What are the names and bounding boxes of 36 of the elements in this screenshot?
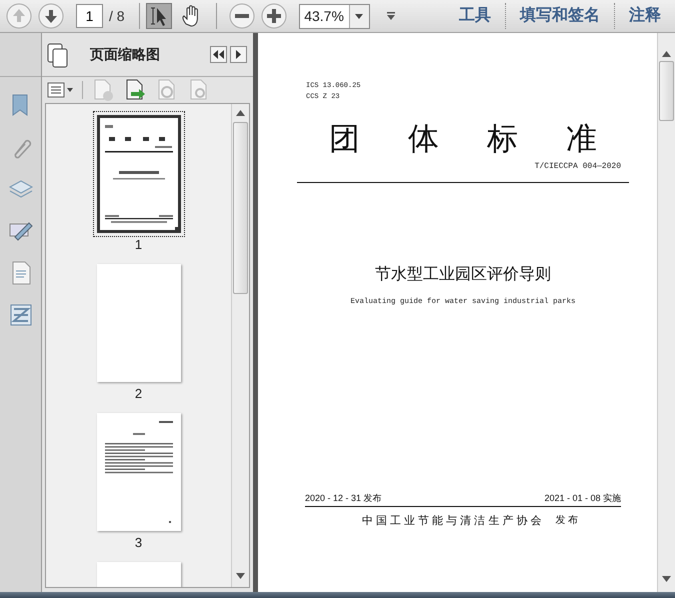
scrollbar-thumb[interactable] — [659, 61, 674, 121]
heading-character: 准 — [566, 121, 597, 157]
scroll-up-icon[interactable] — [236, 110, 245, 116]
toolbar-link[interactable]: 注释 — [621, 4, 669, 28]
toolbar-link[interactable]: 工具 — [451, 4, 499, 28]
page-count: / 8 — [109, 6, 125, 26]
publish-label: 发 布 — [555, 514, 578, 528]
zoom-in-icon[interactable] — [260, 3, 287, 29]
dropdown-caret-icon[interactable] — [355, 14, 364, 18]
issue-date: 2020 - 12 - 31 发布 — [305, 492, 382, 506]
zoom-field[interactable]: 43.7% — [298, 4, 370, 28]
scrollbar-thumb[interactable] — [233, 122, 248, 294]
heading-character: 标 — [487, 121, 518, 157]
collapse-panel-icon[interactable] — [210, 46, 227, 63]
publisher-name: 中 国 工 业 节 能 与 清 洁 生 产 协 会 — [362, 514, 542, 529]
standard-number: T/CIECCPA 004—2020 — [534, 161, 621, 173]
zoom-out-icon[interactable] — [228, 3, 255, 29]
panel-title: 页面缩略图 — [90, 45, 161, 64]
scroll-down-icon[interactable] — [236, 573, 245, 579]
pages-icon[interactable] — [46, 42, 70, 68]
page-number-label: 1 — [134, 238, 142, 252]
effective-date: 2021 - 01 - 08 实施 — [544, 492, 621, 506]
page-thumbnail[interactable] — [92, 111, 184, 237]
select-tool-button[interactable] — [146, 3, 172, 29]
overflow-menu-icon[interactable] — [386, 12, 396, 20]
scroll-down-icon[interactable] — [662, 576, 671, 582]
toolbar-link[interactable]: 填写和签名 — [512, 4, 608, 28]
page-number-field[interactable]: 1 — [76, 4, 103, 28]
expand-panel-icon[interactable] — [230, 46, 247, 63]
options-menu-icon[interactable] — [46, 81, 74, 99]
page-number-label: 2 — [134, 387, 142, 401]
heading-character: 体 — [408, 121, 439, 157]
page-number-label: 3 — [134, 536, 142, 550]
scroll-up-icon[interactable] — [662, 51, 671, 57]
heading-character: 团 — [329, 121, 360, 157]
document-title: 节水型工业园区评价导则 — [375, 264, 551, 285]
